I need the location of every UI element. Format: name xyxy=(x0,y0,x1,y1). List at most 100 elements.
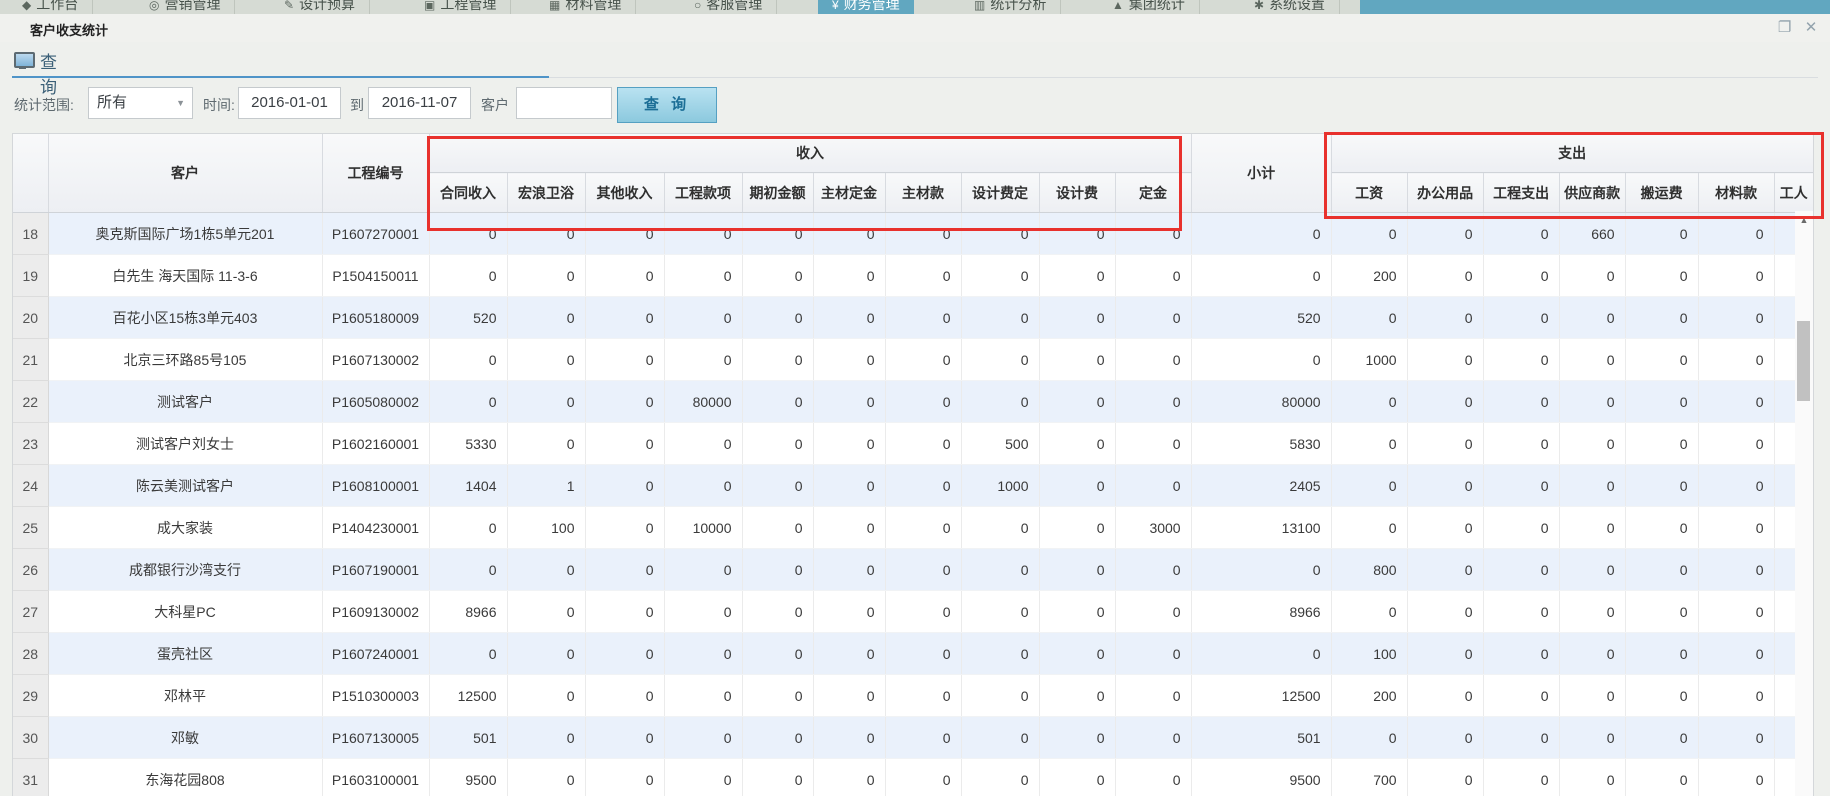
expense-value-cell-6[interactable]: 0 xyxy=(1698,717,1774,759)
income-value-cell-10[interactable]: 0 xyxy=(1115,759,1191,796)
income-value-cell-5[interactable]: 0 xyxy=(742,507,813,549)
expense-value-cell-5[interactable]: 0 xyxy=(1625,255,1698,297)
income-value-cell-5[interactable]: 0 xyxy=(742,255,813,297)
expense-value-cell-6[interactable]: 0 xyxy=(1698,297,1774,339)
expense-value-cell-1[interactable]: 0 xyxy=(1331,297,1407,339)
table-row[interactable]: 27大科星PCP16091300028966000000000896600000… xyxy=(13,591,1813,633)
income-value-cell-6[interactable]: 0 xyxy=(813,759,885,796)
expense-value-cell-4[interactable]: 0 xyxy=(1559,759,1625,796)
top-tab-4[interactable]: ▣工程管理 xyxy=(410,0,511,14)
income-value-cell-7[interactable]: 0 xyxy=(885,591,961,633)
expense-value-cell-4[interactable]: 0 xyxy=(1559,465,1625,507)
income-value-cell-2[interactable]: 0 xyxy=(507,423,585,465)
expense-value-cell-5[interactable]: 0 xyxy=(1625,423,1698,465)
income-value-cell-3[interactable]: 0 xyxy=(585,759,664,796)
income-value-cell-5[interactable]: 0 xyxy=(742,549,813,591)
income-value-cell-2[interactable]: 0 xyxy=(507,675,585,717)
income-value-cell-8[interactable]: 500 xyxy=(961,423,1039,465)
subtotal-cell[interactable]: 0 xyxy=(1191,339,1331,381)
income-value-cell-7[interactable]: 0 xyxy=(885,465,961,507)
expense-value-cell-6[interactable]: 0 xyxy=(1698,633,1774,675)
income-value-cell-8[interactable]: 0 xyxy=(961,507,1039,549)
expense-value-cell-5[interactable]: 0 xyxy=(1625,339,1698,381)
expense-value-cell-6[interactable]: 0 xyxy=(1698,675,1774,717)
income-value-cell-3[interactable]: 0 xyxy=(585,591,664,633)
income-value-cell-7[interactable]: 0 xyxy=(885,507,961,549)
expense-value-cell-6[interactable]: 0 xyxy=(1698,465,1774,507)
expense-value-cell-3[interactable]: 0 xyxy=(1483,297,1559,339)
top-tab-3[interactable]: ✎设计预算 xyxy=(270,0,370,14)
expense-value-cell-2[interactable]: 0 xyxy=(1407,423,1483,465)
expense-value-cell-5[interactable]: 0 xyxy=(1625,297,1698,339)
income-value-cell-3[interactable]: 0 xyxy=(585,381,664,423)
subtotal-cell[interactable]: 12500 xyxy=(1191,675,1331,717)
income-value-cell-6[interactable]: 0 xyxy=(813,213,885,255)
income-value-cell-10[interactable]: 0 xyxy=(1115,213,1191,255)
vertical-scrollbar[interactable]: ▲ xyxy=(1795,211,1813,796)
expense-value-cell-1[interactable]: 0 xyxy=(1331,717,1407,759)
income-value-cell-10[interactable]: 3000 xyxy=(1115,507,1191,549)
subtotal-cell[interactable]: 0 xyxy=(1191,549,1331,591)
income-value-cell-3[interactable]: 0 xyxy=(585,255,664,297)
income-value-cell-3[interactable]: 0 xyxy=(585,465,664,507)
project-number-cell[interactable]: P1607270001 xyxy=(322,213,429,255)
maximize-icon[interactable]: ❐ xyxy=(1774,18,1796,38)
income-value-cell-3[interactable]: 0 xyxy=(585,675,664,717)
project-number-cell[interactable]: P1609130002 xyxy=(322,591,429,633)
income-value-cell-9[interactable]: 0 xyxy=(1039,423,1115,465)
income-value-cell-1[interactable]: 0 xyxy=(429,507,507,549)
expense-value-cell-5[interactable]: 0 xyxy=(1625,633,1698,675)
expense-value-cell-4[interactable]: 0 xyxy=(1559,717,1625,759)
expense-value-cell-1[interactable]: 0 xyxy=(1331,465,1407,507)
date-from-input[interactable]: 2016-01-01 xyxy=(238,87,341,119)
income-value-cell-5[interactable]: 0 xyxy=(742,717,813,759)
expense-value-cell-1[interactable]: 800 xyxy=(1331,549,1407,591)
expense-value-cell-6[interactable]: 0 xyxy=(1698,213,1774,255)
income-value-cell-8[interactable]: 0 xyxy=(961,675,1039,717)
scope-dropdown[interactable]: 所有 ▼ xyxy=(88,87,193,119)
income-value-cell-4[interactable]: 10000 xyxy=(664,507,742,549)
expense-value-cell-4[interactable]: 660 xyxy=(1559,213,1625,255)
income-value-cell-3[interactable]: 0 xyxy=(585,213,664,255)
income-value-cell-3[interactable]: 0 xyxy=(585,507,664,549)
income-value-cell-5[interactable]: 0 xyxy=(742,759,813,796)
row-number-cell[interactable]: 20 xyxy=(13,297,48,339)
project-number-cell[interactable]: P1404230001 xyxy=(322,507,429,549)
income-value-cell-8[interactable]: 0 xyxy=(961,759,1039,796)
income-value-cell-7[interactable]: 0 xyxy=(885,339,961,381)
table-row[interactable]: 19白先生 海天国际 11-3-6P1504150011000000000002… xyxy=(13,255,1813,297)
income-value-cell-8[interactable]: 0 xyxy=(961,381,1039,423)
income-value-cell-5[interactable]: 0 xyxy=(742,633,813,675)
subtotal-cell[interactable]: 0 xyxy=(1191,213,1331,255)
income-value-cell-7[interactable]: 0 xyxy=(885,255,961,297)
expense-value-cell-3[interactable]: 0 xyxy=(1483,675,1559,717)
income-value-cell-6[interactable]: 0 xyxy=(813,717,885,759)
income-value-cell-9[interactable]: 0 xyxy=(1039,381,1115,423)
income-value-cell-3[interactable]: 0 xyxy=(585,423,664,465)
income-value-cell-10[interactable]: 0 xyxy=(1115,591,1191,633)
income-value-cell-1[interactable]: 0 xyxy=(429,339,507,381)
row-number-cell[interactable]: 18 xyxy=(13,213,48,255)
expense-value-cell-2[interactable]: 0 xyxy=(1407,507,1483,549)
expense-value-cell-2[interactable]: 0 xyxy=(1407,675,1483,717)
row-number-cell[interactable]: 22 xyxy=(13,381,48,423)
customer-cell[interactable]: 邓林平 xyxy=(48,675,322,717)
income-value-cell-1[interactable]: 8966 xyxy=(429,591,507,633)
project-number-cell[interactable]: P1510300003 xyxy=(322,675,429,717)
income-value-cell-2[interactable]: 100 xyxy=(507,507,585,549)
customer-cell[interactable]: 大科星PC xyxy=(48,591,322,633)
expense-value-cell-2[interactable]: 0 xyxy=(1407,297,1483,339)
expense-value-cell-4[interactable]: 0 xyxy=(1559,423,1625,465)
income-value-cell-4[interactable]: 0 xyxy=(664,423,742,465)
expense-value-cell-1[interactable]: 100 xyxy=(1331,633,1407,675)
top-tab-10[interactable]: ✱系统设置 xyxy=(1240,0,1340,14)
expense-value-cell-5[interactable]: 0 xyxy=(1625,591,1698,633)
income-value-cell-10[interactable]: 0 xyxy=(1115,381,1191,423)
expense-value-cell-5[interactable]: 0 xyxy=(1625,507,1698,549)
scrollbar-thumb[interactable] xyxy=(1797,321,1810,401)
income-value-cell-8[interactable]: 0 xyxy=(961,339,1039,381)
expense-value-cell-4[interactable]: 0 xyxy=(1559,633,1625,675)
table-row[interactable]: 28蛋壳社区P16072400010000000000010000000 xyxy=(13,633,1813,675)
income-value-cell-10[interactable]: 0 xyxy=(1115,339,1191,381)
income-value-cell-2[interactable]: 0 xyxy=(507,717,585,759)
